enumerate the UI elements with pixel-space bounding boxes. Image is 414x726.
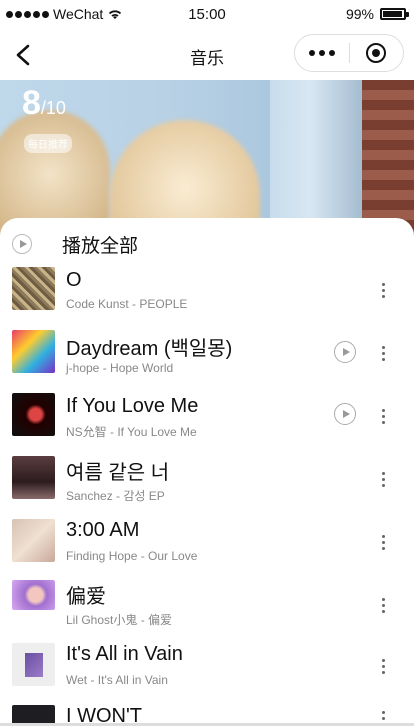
song-subtitle: Code Kunst - PEOPLE <box>66 297 188 311</box>
more-menu-icon[interactable] <box>295 50 349 56</box>
album-cover <box>12 580 55 610</box>
rank-total: /10 <box>40 98 66 118</box>
song-subtitle: Lil Ghost小鬼 - 偏爱 <box>66 613 173 627</box>
battery-icon <box>380 8 409 20</box>
miniprogram-capsule <box>294 34 404 72</box>
play-all-button[interactable]: 播放全部 <box>12 230 138 258</box>
close-miniprogram-button[interactable] <box>349 43 403 63</box>
album-cover <box>12 519 55 562</box>
play-all-label: 播放全部 <box>62 235 139 257</box>
more-options-icon[interactable] <box>382 659 386 674</box>
list-item[interactable]: 여름 같은 너 Sanchez - 감성 EP <box>0 452 414 514</box>
song-subtitle: Wet - It's All in Vain <box>66 673 168 687</box>
banner-photo-wall <box>362 80 414 240</box>
song-title: Daydream (백일몽) <box>66 338 233 360</box>
song-title: 3:00 AM <box>66 519 140 541</box>
more-options-icon[interactable] <box>382 472 386 487</box>
nav-bar: 音乐 <box>0 30 414 80</box>
album-cover <box>12 643 55 686</box>
song-subtitle: j-hope - Hope World <box>66 361 174 375</box>
battery-percent: 99% <box>345 6 374 22</box>
list-item[interactable]: 偏爱 Lil Ghost小鬼 - 偏爱 <box>0 578 414 640</box>
more-options-icon[interactable] <box>382 283 386 298</box>
mv-play-icon[interactable] <box>334 341 356 363</box>
album-cover <box>12 456 55 499</box>
song-subtitle: Finding Hope - Our Love <box>66 549 198 563</box>
list-item[interactable]: 3:00 AM Finding Hope - Our Love <box>0 515 414 577</box>
banner-photo-window <box>270 80 370 240</box>
list-item[interactable]: It's All in Vain Wet - It's All in Vain <box>0 641 414 703</box>
mv-play-icon[interactable] <box>334 403 356 425</box>
more-options-icon[interactable] <box>382 409 386 424</box>
album-cover <box>12 393 55 436</box>
song-title: 여름 같은 너 <box>66 462 170 484</box>
song-title: 偏爱 <box>66 586 106 608</box>
list-item[interactable]: O Code Kunst - PEOPLE <box>0 263 414 325</box>
album-cover <box>12 267 55 310</box>
song-subtitle: Sanchez - 감성 EP <box>66 489 165 503</box>
album-art-figure <box>25 653 43 677</box>
rank-number: 8 <box>22 84 41 122</box>
list-item[interactable]: If You Love Me NS允智 - If You Love Me <box>0 389 414 451</box>
more-options-icon[interactable] <box>382 346 386 361</box>
song-title: It's All in Vain <box>66 643 183 665</box>
play-circle-icon <box>12 234 32 254</box>
rank-indicator: 8/10 <box>22 84 66 123</box>
song-subtitle: NS允智 - If You Love Me <box>66 425 197 439</box>
list-item[interactable]: Daydream (백일몽) j-hope - Hope World <box>0 326 414 388</box>
more-options-icon[interactable] <box>382 598 386 613</box>
status-right: 99% <box>345 6 409 22</box>
song-title: If You Love Me <box>66 395 199 417</box>
more-options-icon[interactable] <box>382 535 386 550</box>
song-title: O <box>66 269 82 291</box>
target-icon <box>366 43 387 63</box>
status-bar: WeChat 15:00 99% <box>0 0 414 30</box>
daily-recommend-badge: 每日推荐 <box>24 134 72 153</box>
album-cover <box>12 330 55 373</box>
